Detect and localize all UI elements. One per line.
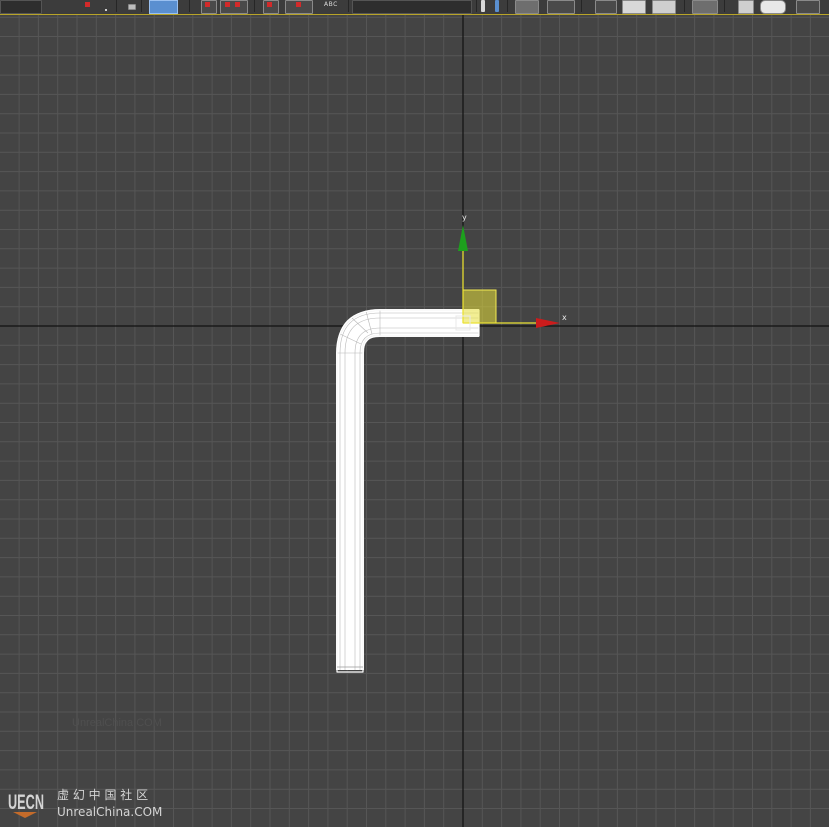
toolbar-divider [348, 0, 349, 12]
angle-snap-red-marker-icon [225, 2, 230, 7]
select-object-icon[interactable] [128, 4, 136, 10]
viewport-background [0, 15, 829, 827]
toolbar-divider [141, 0, 142, 12]
material-editor-icon[interactable] [692, 0, 718, 14]
render-production-icon[interactable] [796, 0, 820, 14]
toolbar-divider [507, 0, 508, 12]
toolbar-divider [116, 0, 117, 12]
toolbar-divider [581, 0, 582, 12]
x-axis-label: x [562, 313, 567, 322]
edit-named-selections-label[interactable]: ABC [324, 1, 338, 8]
snap-red-marker-icon [205, 2, 210, 7]
toolbar-divider [189, 0, 190, 12]
toolbar-divider [684, 0, 685, 12]
watermark-chinese-text: 虚 幻 中 国 社 区 [57, 787, 148, 802]
rendered-frame-window-icon[interactable] [760, 0, 786, 14]
toolbar-divider [254, 0, 255, 12]
spinner-snap-red-marker-icon [296, 2, 301, 7]
align-icon[interactable] [495, 0, 499, 12]
ribbon-toggle-icon[interactable] [595, 0, 617, 14]
window-crossing-toggle-button[interactable] [149, 0, 178, 14]
xy-plane-handle[interactable] [463, 290, 496, 323]
uecn-logo-text: UECN [8, 791, 44, 814]
named-selection-sets-field[interactable] [352, 0, 472, 14]
angle-snap-red-marker-icon [235, 2, 240, 7]
y-axis-label: y [462, 213, 467, 222]
layer-manager-icon[interactable] [515, 0, 539, 14]
render-setup-icon[interactable] [738, 0, 754, 14]
main-toolbar: ABC [0, 0, 829, 15]
top-viewport[interactable]: UnrealChina.COM x y UECN 虚 幻 中 国 社 区 Unr… [0, 15, 829, 827]
close-icon[interactable] [85, 2, 90, 7]
mirror-icon[interactable] [481, 0, 485, 12]
curve-editor-icon[interactable] [622, 0, 646, 14]
dropdown-arrow-icon [105, 9, 107, 11]
toolbar-divider [476, 0, 477, 12]
percent-snap-red-marker-icon [267, 2, 272, 7]
toolbar-divider [724, 0, 725, 12]
selection-filter-dropdown[interactable] [0, 0, 42, 14]
scene-explorer-icon[interactable] [547, 0, 575, 14]
schematic-view-icon[interactable] [652, 0, 676, 14]
faint-watermark-text: UnrealChina.COM [72, 717, 162, 729]
watermark-site-text: UnrealChina.COM [57, 805, 162, 819]
